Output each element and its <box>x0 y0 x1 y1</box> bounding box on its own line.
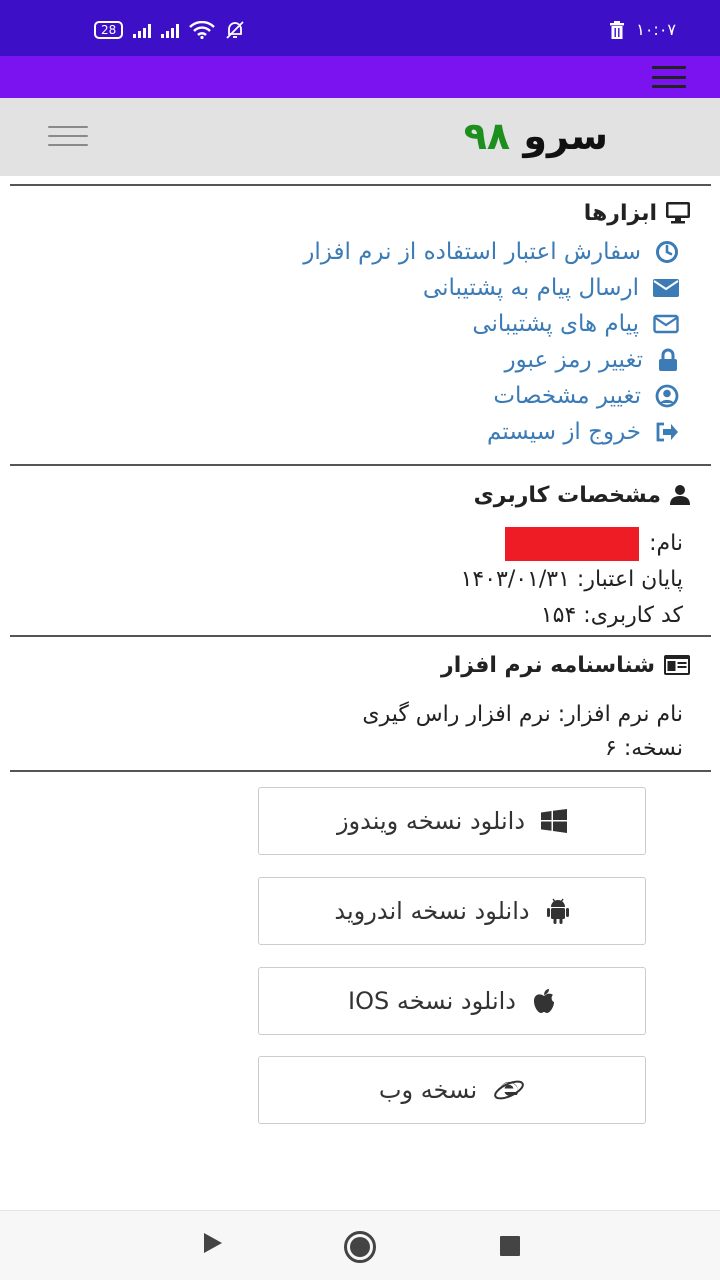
tools-section: ابزارها سفارش اعتبار استفاده از نرم افزا… <box>10 196 711 450</box>
send-support-message-link[interactable]: ارسال پیام به پشتیبانی <box>10 270 679 306</box>
software-name-row: نام نرم افزار: نرم افزار راس گیری <box>362 702 683 727</box>
brand-number: ۹۸ <box>463 114 511 158</box>
clock-icon <box>656 241 678 263</box>
divider <box>10 770 711 772</box>
lock-icon <box>659 348 677 371</box>
change-profile-link[interactable]: تغییر مشخصات <box>10 378 679 414</box>
back-button[interactable] <box>202 1231 224 1259</box>
signal-icon <box>133 22 152 38</box>
app-bar <box>0 56 720 98</box>
user-code-row: کد کاربری: ۱۵۴ <box>540 603 683 628</box>
download-windows-button[interactable]: دانلود نسخه ویندوز <box>258 787 646 855</box>
recents-button[interactable] <box>498 1234 522 1262</box>
divider <box>10 635 711 637</box>
logout-link[interactable]: خروج از سیستم <box>10 414 679 450</box>
home-button[interactable] <box>343 1230 377 1268</box>
software-title: شناسنامه نرم افزار <box>10 648 711 682</box>
status-left-icons: 28 <box>94 20 245 40</box>
battery-saver-badge: 28 <box>94 21 124 39</box>
hamburger-icon <box>48 126 88 146</box>
signal-icon <box>161 22 180 38</box>
id-card-icon <box>664 655 690 675</box>
envelope-filled-icon <box>653 279 679 297</box>
back-triangle-icon <box>204 1233 222 1253</box>
bell-muted-icon <box>226 21 244 39</box>
software-version-row: نسخه: ۶ <box>605 736 683 761</box>
recents-square-icon <box>500 1236 520 1256</box>
change-password-link[interactable]: تغییر رمز عبور <box>10 342 679 378</box>
clock-time: ۱۰:۰۷ <box>636 20 676 39</box>
app-menu-button[interactable] <box>652 66 686 88</box>
status-right: ۱۰:۰۷ <box>608 20 676 39</box>
tools-title: ابزارها <box>10 196 711 230</box>
user-section: مشخصات کاربری نام: پایان اعتبار: ۱۴۰۳/۰۱… <box>10 478 711 634</box>
site-menu-button[interactable] <box>48 126 88 146</box>
divider <box>10 464 711 466</box>
site-header: سرو ۹۸ <box>0 98 720 176</box>
apple-icon <box>534 989 554 1013</box>
monitor-icon <box>666 202 690 224</box>
android-icon <box>546 898 569 924</box>
software-section: شناسنامه نرم افزار نام نرم افزار: نرم اف… <box>10 648 711 766</box>
user-name-row: نام: <box>10 526 711 562</box>
internet-explorer-icon <box>494 1080 524 1100</box>
sign-out-icon <box>656 422 678 442</box>
hamburger-icon <box>652 66 686 88</box>
download-ios-button[interactable]: دانلود نسخه IOS <box>258 967 646 1035</box>
wifi-icon <box>189 21 216 39</box>
trash-icon <box>610 20 625 39</box>
download-android-button[interactable]: دانلود نسخه اندروید <box>258 877 646 945</box>
user-icon <box>670 485 690 505</box>
system-nav-bar <box>0 1210 720 1280</box>
site-logo[interactable]: سرو ۹۸ <box>464 114 608 158</box>
redacted-name <box>505 527 640 561</box>
tools-list: سفارش اعتبار استفاده از نرم افزار ارسال … <box>10 234 711 450</box>
user-circle-icon <box>655 384 679 408</box>
windows-icon <box>541 809 568 833</box>
web-version-button[interactable]: نسخه وب <box>258 1056 646 1124</box>
expiry-row: پایان اعتبار: ۱۴۰۳/۰۱/۳۱ <box>460 567 683 592</box>
brand-text: سرو <box>523 114 608 158</box>
divider <box>10 184 711 186</box>
home-circle-icon <box>344 1231 376 1263</box>
support-messages-link[interactable]: پیام های پشتیبانی <box>10 306 679 342</box>
envelope-outline-icon <box>653 314 679 334</box>
order-credit-link[interactable]: سفارش اعتبار استفاده از نرم افزار <box>10 234 679 270</box>
status-bar: 28 ۱۰:۰۷ <box>0 0 720 56</box>
user-title: مشخصات کاربری <box>10 478 711 512</box>
